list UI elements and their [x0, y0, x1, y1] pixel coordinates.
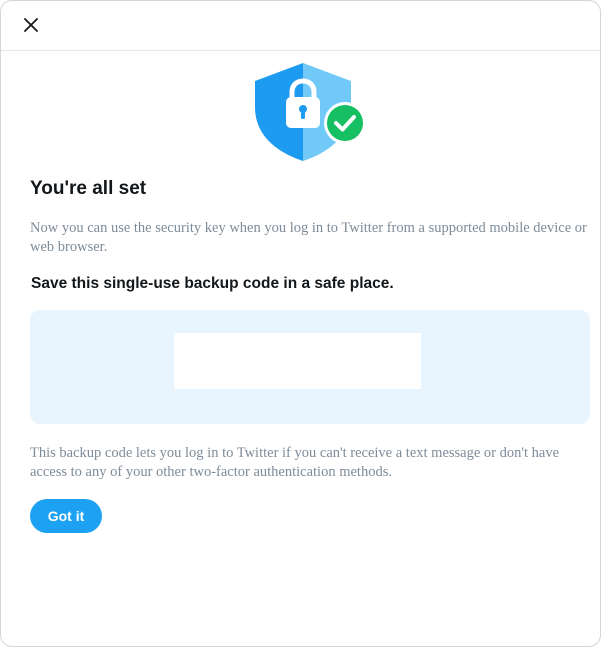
dialog-title: You're all set — [30, 178, 147, 199]
got-it-button[interactable]: Got it — [30, 499, 102, 533]
backup-code-panel — [30, 310, 590, 424]
dialog-header — [1, 1, 600, 51]
shield-lock-check-icon — [255, 63, 366, 161]
close-button[interactable] — [17, 11, 45, 39]
close-icon — [24, 18, 38, 32]
security-key-success-dialog: You're all set Now you can use the secur… — [0, 0, 601, 647]
backup-code-heading: Save this single-use backup code in a sa… — [31, 275, 394, 292]
backup-code-footnote: This backup code lets you log in to Twit… — [30, 445, 560, 480]
dialog-description: Now you can use the security key when yo… — [30, 220, 587, 255]
backup-code-value — [174, 333, 421, 389]
